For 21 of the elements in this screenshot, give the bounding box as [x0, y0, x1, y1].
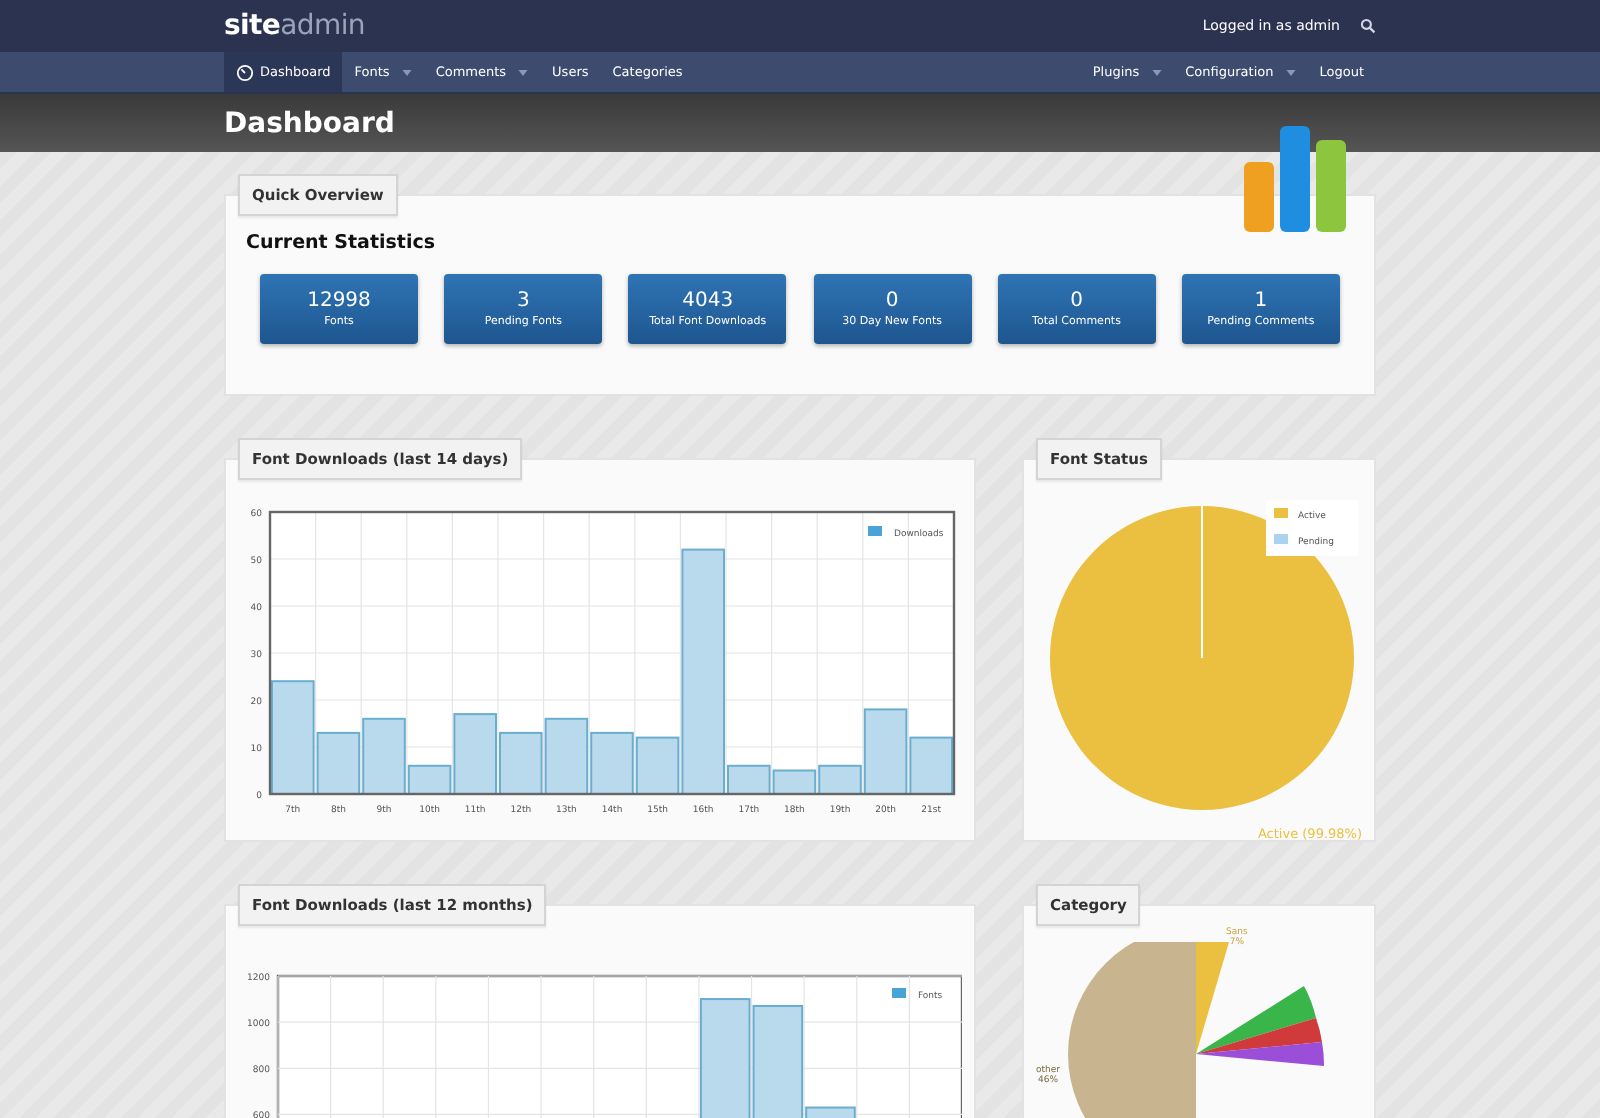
dashboard-icon	[236, 63, 254, 81]
chart-bar	[699, 998, 751, 1118]
stat-value: 0	[885, 289, 899, 313]
site-logo[interactable]: siteadmin	[224, 10, 365, 42]
stat-value: 1	[1254, 289, 1268, 313]
search-icon[interactable]	[1360, 18, 1376, 34]
chart-bar	[499, 731, 543, 795]
legend-swatch	[868, 526, 882, 536]
stat-value: 3	[517, 289, 530, 313]
chart-bar	[544, 717, 589, 795]
section-heading: Current Statistics	[246, 232, 437, 254]
stat-value: 4043	[682, 289, 734, 313]
bar-chart-icon	[1240, 122, 1352, 234]
chart-bar	[590, 731, 634, 795]
legend-swatch	[1274, 508, 1288, 518]
chart-bar	[772, 769, 817, 795]
legend-swatch	[892, 988, 906, 998]
page-title: Dashboard	[224, 107, 395, 139]
stat-value: 0	[1070, 289, 1083, 313]
legend-swatch	[1274, 534, 1288, 544]
stat-value: 12998	[307, 289, 371, 313]
